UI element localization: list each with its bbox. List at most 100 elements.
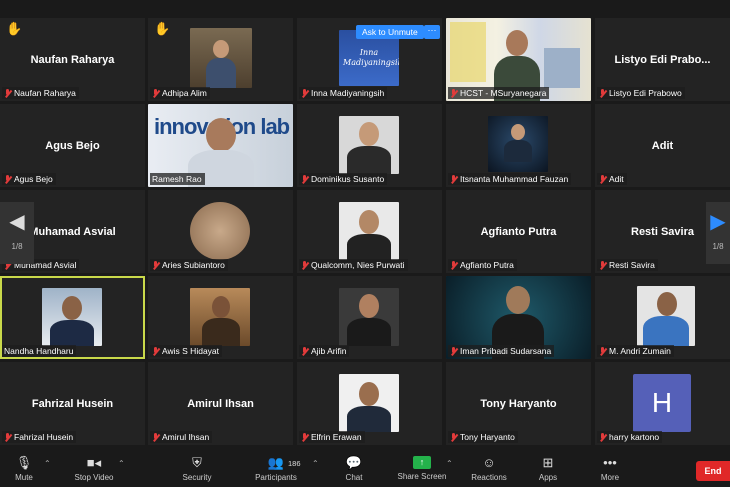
mic-muted-icon [599, 346, 606, 356]
participant-tile[interactable]: Aries Subiantoro [148, 190, 293, 273]
mic-muted-icon [301, 260, 308, 270]
participants-options-caret[interactable]: ⌃ [312, 459, 319, 468]
participant-name: Adhipa Alim [162, 88, 207, 98]
participant-video [488, 116, 548, 172]
mic-muted-icon [301, 432, 308, 442]
apps-button[interactable]: ⊞ Apps [530, 456, 566, 483]
mic-muted-icon [152, 260, 159, 270]
participant-name-label: M. Andri Zumain [597, 345, 674, 357]
participant-tile[interactable]: M. Andri Zumain [595, 276, 730, 359]
participant-name-label: Ramesh Rao [150, 173, 205, 185]
shield-icon: ⛨ [192, 455, 202, 470]
participant-more-button[interactable]: ··· [424, 25, 440, 39]
participant-video [339, 374, 399, 432]
participants-label: Participants [255, 473, 297, 482]
ellipsis-icon: ••• [603, 455, 617, 470]
participant-name: Itsnanta Muhammad Fauzan [460, 174, 569, 184]
participant-name-label: Agus Bejo [2, 173, 56, 185]
participant-name: Fahrizal Husein [14, 432, 74, 442]
stop-video-button[interactable]: ■◂ Stop Video [66, 456, 122, 483]
page-indicator: 1/8 [11, 242, 23, 251]
participant-name: Ajib Arifin [311, 346, 347, 356]
participant-tile[interactable]: HCST - MSuryanegara [446, 18, 591, 101]
participant-tile[interactable]: ✋ Naufan Raharya Naufan Raharya [0, 18, 145, 101]
participant-name-label: Adit [597, 173, 627, 185]
mic-muted-icon [4, 88, 11, 98]
security-label: Security [182, 473, 212, 482]
participant-tile[interactable]: Listyo Edi Prabo... Listyo Edi Prabowo [595, 18, 730, 101]
mic-muted-icon [450, 346, 457, 356]
meeting-toolbar: 🎙 Mute ⌃ ■◂ Stop Video ⌃ ⛨ Security 👥 Pa… [0, 448, 730, 487]
ask-to-unmute-button[interactable]: Ask to Unmute [356, 25, 424, 39]
participant-display-name: Amirul Ihsan [187, 397, 254, 410]
previous-page-button[interactable]: ◀ 1/8 [0, 202, 34, 264]
participant-tile[interactable]: Elfrin Erawan [297, 362, 442, 445]
participant-name: Qualcomm, Nies Purwati [311, 260, 405, 270]
participant-name-label: Listyo Edi Prabowo [597, 87, 685, 99]
participant-video [42, 288, 102, 346]
more-button[interactable]: ••• More [592, 455, 628, 483]
participant-name-label: Elfrin Erawan [299, 431, 365, 443]
participant-tile[interactable]: Awis S Hidayat [148, 276, 293, 359]
participant-tile[interactable]: Itsnanta Muhammad Fauzan [446, 104, 591, 187]
more-label: More [600, 473, 620, 482]
mic-muted-icon [301, 174, 308, 184]
gallery-grid: ✋ Naufan Raharya Naufan Raharya ✋ Adhipa… [0, 18, 730, 448]
participant-name-label: Itsnanta Muhammad Fauzan [448, 173, 572, 185]
mic-muted-icon [599, 174, 606, 184]
mic-muted-icon [450, 174, 457, 184]
participant-tile[interactable]: Adit Adit [595, 104, 730, 187]
security-button[interactable]: ⛨ Security [172, 455, 222, 483]
share-screen-label: Share Screen [397, 472, 447, 481]
participant-name-label: Qualcomm, Nies Purwati [299, 259, 408, 271]
participant-name-label: Naufan Raharya [2, 87, 79, 99]
participant-tile[interactable]: Ajib Arifin [297, 276, 442, 359]
video-options-caret[interactable]: ⌃ [118, 459, 125, 468]
participant-tile[interactable]: ✋ Adhipa Alim [148, 18, 293, 101]
participant-name-label: Iman Pribadi Sudarsana [448, 345, 555, 357]
participant-name: M. Andri Zumain [609, 346, 671, 356]
apps-label: Apps [538, 473, 558, 482]
participant-video [190, 288, 250, 346]
share-options-caret[interactable]: ⌃ [446, 459, 453, 468]
participant-name-label: Dominikus Susanto [299, 173, 388, 185]
participants-count: 186 [288, 459, 301, 468]
mic-muted-icon [4, 432, 11, 442]
participant-tile[interactable]: Qualcomm, Nies Purwati [297, 190, 442, 273]
mute-button[interactable]: 🎙 Mute [8, 455, 40, 483]
participant-display-name: Fahrizal Husein [31, 397, 114, 410]
participant-name-label: Aries Subiantoro [150, 259, 228, 271]
participant-name: Dominikus Susanto [311, 174, 385, 184]
chevron-left-icon: ◀ [9, 211, 25, 233]
participant-tile[interactable]: H harry kartono [595, 362, 730, 445]
participant-name-label: Ajib Arifin [299, 345, 350, 357]
participant-display-name: Listyo Edi Prabo... [614, 53, 711, 66]
page-indicator: 1/8 [712, 242, 724, 251]
participant-video [190, 28, 252, 88]
participant-tile[interactable]: Tony Haryanto Tony Haryanto [446, 362, 591, 445]
participant-tile[interactable]: Agfianto Putra Agfianto Putra [446, 190, 591, 273]
participant-name: Adit [609, 174, 624, 184]
audio-options-caret[interactable]: ⌃ [44, 459, 51, 468]
next-page-button[interactable]: ▶ 1/8 [706, 202, 730, 264]
participant-tile[interactable]: Dominikus Susanto [297, 104, 442, 187]
participant-tile[interactable]: innovation lab Ramesh Rao [148, 104, 293, 187]
participant-display-name: Adit [651, 139, 674, 152]
participant-tile-active-speaker[interactable]: Nandha Handharu [0, 276, 145, 359]
participant-display-name: Tony Haryanto [480, 397, 557, 410]
participant-tile[interactable]: Iman Pribadi Sudarsana [446, 276, 591, 359]
end-meeting-button[interactable]: End [696, 461, 730, 481]
microphone-icon: 🎙 [15, 455, 33, 470]
mic-muted-icon [599, 432, 606, 442]
participant-name-label: Amirul Ihsan [150, 431, 213, 443]
reactions-button[interactable]: ☺ Reactions [466, 456, 512, 483]
share-screen-button[interactable]: ↑ Share Screen [392, 456, 452, 481]
participant-tile[interactable]: Fahrizal Husein Fahrizal Husein [0, 362, 145, 445]
mic-muted-icon [450, 432, 457, 442]
participant-name-label: Resti Savira [597, 259, 658, 271]
participant-name-label: Agfianto Putra [448, 259, 517, 271]
mic-muted-icon [599, 88, 606, 98]
participant-tile[interactable]: Amirul Ihsan Amirul Ihsan [148, 362, 293, 445]
participant-tile[interactable]: Agus Bejo Agus Bejo [0, 104, 145, 187]
chat-button[interactable]: 💬 Chat [336, 456, 372, 483]
